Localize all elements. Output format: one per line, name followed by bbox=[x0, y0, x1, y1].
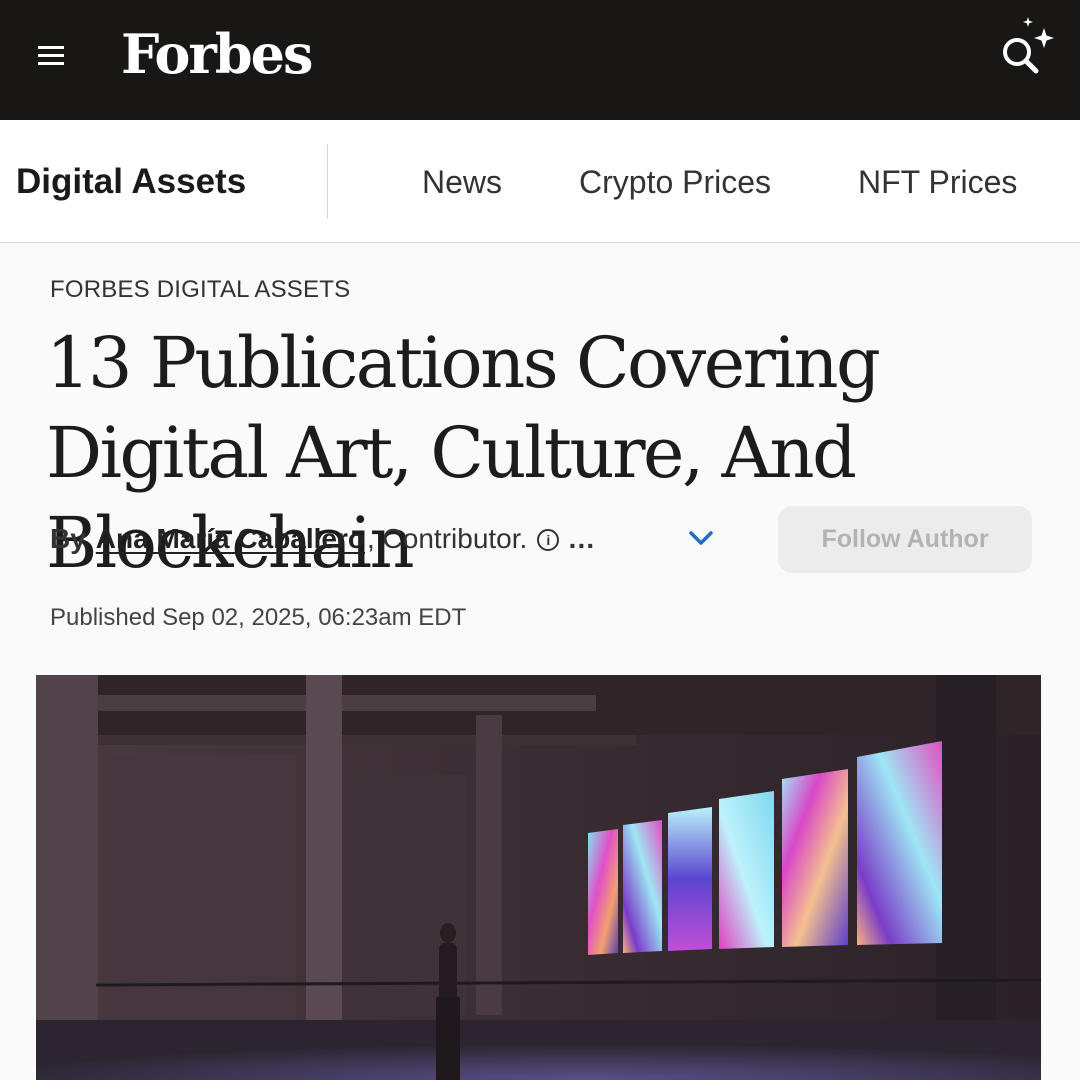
byline-prefix: By bbox=[50, 523, 86, 554]
nav-link-crypto-prices[interactable]: Crypto Prices bbox=[579, 160, 771, 204]
nav-link-nft-prices[interactable]: NFT Prices bbox=[858, 160, 1017, 204]
hamburger-menu-icon[interactable] bbox=[38, 46, 66, 68]
chevron-down-icon[interactable] bbox=[686, 526, 716, 550]
top-bar: Forbes bbox=[0, 0, 1080, 120]
info-icon[interactable]: i bbox=[537, 529, 560, 551]
published-date: Published Sep 02, 2025, 06:23am EDT bbox=[50, 604, 467, 631]
forbes-logo[interactable]: Forbes bbox=[121, 22, 313, 86]
nav-divider bbox=[327, 144, 328, 219]
follow-author-button[interactable]: Follow Author bbox=[778, 506, 1032, 573]
section-nav: Digital Assets News Crypto Prices NFT Pr… bbox=[0, 120, 1080, 243]
hero-image[interactable] bbox=[36, 675, 1041, 1080]
author-role: , Contributor. bbox=[367, 523, 528, 554]
author-link[interactable]: Ana María Caballero bbox=[96, 523, 365, 554]
byline: By Ana María Caballero, Contributor. i … bbox=[50, 520, 595, 558]
nav-link-news[interactable]: News bbox=[422, 160, 502, 204]
article-kicker[interactable]: FORBES DIGITAL ASSETS bbox=[50, 274, 350, 306]
ai-search-icon[interactable] bbox=[990, 14, 1060, 84]
section-title[interactable]: Digital Assets bbox=[16, 160, 246, 204]
byline-more: … bbox=[567, 523, 596, 554]
